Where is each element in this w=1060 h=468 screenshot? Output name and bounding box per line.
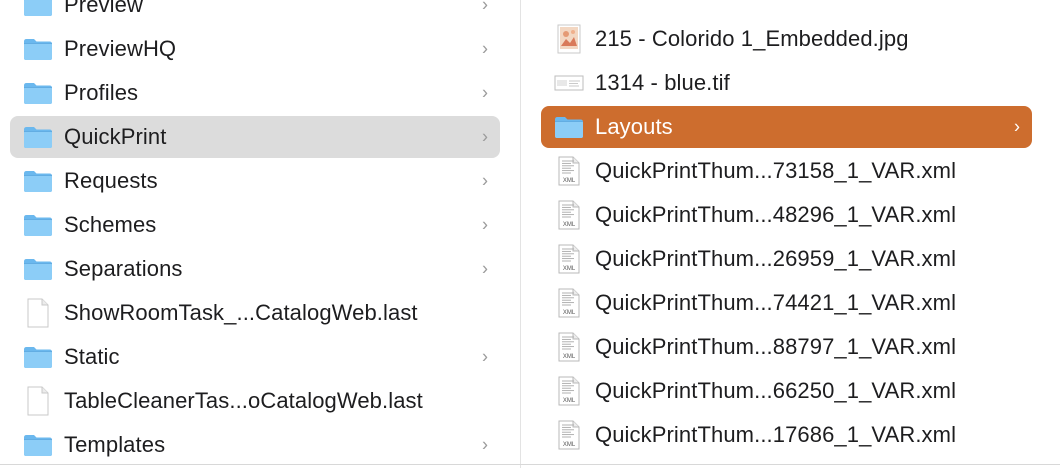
file-row[interactable]: XML QuickPrintThum...73158_1_VAR.xml (541, 150, 1032, 192)
file-row[interactable]: XML QuickPrintThum...88797_1_VAR.xml (541, 326, 1032, 368)
file-row[interactable]: 1314 - blue.tif (541, 62, 1032, 104)
folder-row[interactable]: Static › (10, 336, 500, 378)
folder-row[interactable]: QuickPrint › (10, 116, 500, 158)
folder-icon (22, 211, 54, 239)
xml-badge: XML (563, 398, 576, 404)
xml-badge: XML (563, 354, 576, 360)
item-label: QuickPrintThum...88797_1_VAR.xml (595, 334, 957, 359)
item-label: QuickPrintThum...66250_1_VAR.xml (595, 378, 957, 403)
item-label: ShowRoomTask_...CatalogWeb.last (64, 300, 418, 325)
xml-file-icon: XML (553, 376, 585, 406)
folder-icon (22, 0, 54, 19)
item-label: Preview (64, 0, 143, 17)
xml-badge: XML (563, 266, 576, 272)
folder-row[interactable]: Profiles › (10, 72, 500, 114)
chevron-right-icon: › (1014, 116, 1020, 137)
xml-badge: XML (563, 442, 576, 448)
folder-icon (553, 113, 585, 141)
item-label: Separations (64, 256, 183, 281)
folder-row[interactable]: Schemes › (10, 204, 500, 246)
chevron-right-icon: › (482, 82, 488, 103)
item-label: 1314 - blue.tif (595, 70, 730, 95)
item-label: QuickPrintThum...48296_1_VAR.xml (595, 202, 957, 227)
item-label: QuickPrintThum...74421_1_VAR.xml (595, 290, 957, 315)
chevron-right-icon: › (482, 258, 488, 279)
bottom-border (0, 464, 1060, 465)
file-row[interactable]: XML QuickPrintThum...74421_1_VAR.xml (541, 282, 1032, 324)
folder-icon (22, 123, 54, 151)
chevron-right-icon: › (482, 170, 488, 191)
xml-badge: XML (563, 178, 576, 184)
folder-row[interactable]: Requests › (10, 160, 500, 202)
file-row[interactable]: XML QuickPrintThum...26959_1_VAR.xml (541, 238, 1032, 280)
item-label: Static (64, 344, 120, 369)
file-row[interactable]: XML QuickPrintThum...48296_1_VAR.xml (541, 194, 1032, 236)
file-row[interactable]: 215 - Colorido 1_Embedded.jpg (541, 18, 1032, 60)
document-icon (22, 386, 54, 416)
item-label: Templates (64, 432, 166, 457)
file-row[interactable]: XML QuickPrintThum...17686_1_VAR.xml (541, 414, 1032, 456)
folder-row[interactable]: Layouts › (541, 106, 1032, 148)
item-label: 215 - Colorido 1_Embedded.jpg (595, 26, 909, 51)
item-label: QuickPrint (64, 124, 167, 149)
item-label: Requests (64, 168, 158, 193)
chevron-right-icon: › (482, 0, 488, 15)
item-label: QuickPrintThum...26959_1_VAR.xml (595, 246, 957, 271)
chevron-right-icon: › (482, 38, 488, 59)
folder-icon (22, 343, 54, 371)
xml-file-icon: XML (553, 420, 585, 450)
folder-row[interactable]: Templates › (10, 424, 500, 466)
xml-file-icon: XML (553, 156, 585, 186)
chevron-right-icon: › (482, 214, 488, 235)
file-row[interactable]: ShowRoomTask_...CatalogWeb.last (10, 292, 500, 334)
tif-image-icon (553, 69, 585, 97)
chevron-right-icon: › (482, 126, 488, 147)
item-label: QuickPrintThum...73158_1_VAR.xml (595, 158, 957, 183)
xml-file-icon: XML (553, 244, 585, 274)
finder-column-right[interactable]: 215 - Colorido 1_Embedded.jpg 1314 - blue… (521, 0, 1060, 468)
item-label: Profiles (64, 80, 139, 105)
folder-row[interactable]: Preview › (10, 0, 500, 26)
chevron-right-icon: › (482, 346, 488, 367)
document-icon (22, 298, 54, 328)
folder-icon (22, 167, 54, 195)
xml-badge: XML (563, 222, 576, 228)
xml-file-icon: XML (553, 200, 585, 230)
xml-badge: XML (563, 310, 576, 316)
file-row[interactable]: XML QuickPrintThum...66250_1_VAR.xml (541, 370, 1032, 412)
file-row[interactable]: TableCleanerTas...oCatalogWeb.last (10, 380, 500, 422)
item-label: Schemes (64, 212, 157, 237)
folder-row[interactable]: PreviewHQ › (10, 28, 500, 70)
chevron-right-icon: › (482, 434, 488, 455)
xml-file-icon: XML (553, 288, 585, 318)
item-label: Layouts (595, 114, 673, 139)
folder-icon (22, 431, 54, 459)
item-label: QuickPrintThum...17686_1_VAR.xml (595, 422, 957, 447)
folder-icon (22, 79, 54, 107)
item-label: PreviewHQ (64, 36, 177, 61)
item-label: TableCleanerTas...oCatalogWeb.last (64, 388, 423, 413)
xml-file-icon: XML (553, 332, 585, 362)
folder-row[interactable]: Separations › (10, 248, 500, 290)
jpg-image-icon (553, 24, 585, 54)
folder-icon (22, 35, 54, 63)
folder-icon (22, 255, 54, 283)
finder-column-left[interactable]: Preview › PreviewHQ › Profiles › QuickPrint › Re… (0, 0, 520, 468)
